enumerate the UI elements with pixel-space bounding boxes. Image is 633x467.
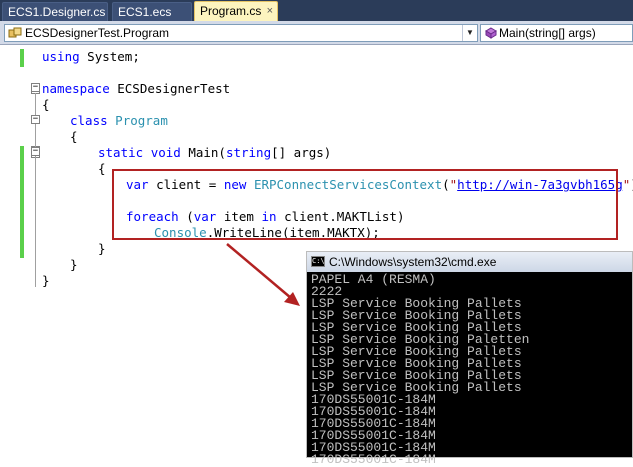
tab-label: Program.cs	[200, 4, 262, 18]
console-output: PAPEL A4 (RESMA) 2222 LSP Service Bookin…	[311, 272, 632, 467]
code-line-13: }	[98, 241, 106, 256]
console-line: 170DS55001C-184M	[311, 452, 436, 467]
code-line-7: static void Main(string[] args)	[98, 145, 332, 160]
change-indicator	[20, 146, 24, 258]
code-line-15: }	[42, 273, 50, 288]
tab-ecs1-ecs[interactable]: ECS1.ecs	[112, 2, 192, 21]
tab-label: ECS1.ecs	[118, 5, 172, 19]
collapse-icon[interactable]: −	[31, 147, 40, 156]
method-icon	[485, 27, 497, 39]
console-line: PAPEL A4 (RESMA)	[311, 272, 436, 287]
tab-label: ECS1.Designer.cs	[8, 5, 106, 19]
code-line-8: {	[98, 161, 106, 176]
code-line-6: {	[70, 129, 78, 144]
console-window[interactable]: C:\ C:\Windows\system32\cmd.exe PAPEL A4…	[306, 251, 633, 466]
code-line-14: }	[70, 257, 78, 272]
outline-guide	[35, 283, 36, 287]
tab-program-cs[interactable]: Program.cs ×	[194, 1, 278, 21]
navigation-bar: ECSDesignerTest.Program ▼ Main(string[] …	[0, 21, 633, 45]
code-line-3: namespace ECSDesignerTest	[42, 81, 231, 96]
chevron-down-icon[interactable]: ▼	[462, 25, 477, 41]
collapse-icon[interactable]: −	[31, 115, 40, 124]
close-icon[interactable]: ×	[267, 2, 273, 21]
code-line-4: {	[42, 97, 50, 112]
code-line-5: class Program	[70, 113, 168, 128]
console-title-bar[interactable]: C:\ C:\Windows\system32\cmd.exe	[307, 252, 632, 272]
tab-ecs1-designer-cs[interactable]: ECS1.Designer.cs	[2, 2, 108, 21]
class-icon	[8, 27, 22, 38]
collapse-icon[interactable]: −	[31, 83, 40, 92]
type-dropdown-value: ECSDesignerTest.Program	[25, 26, 170, 40]
console-title: C:\Windows\system32\cmd.exe	[329, 255, 497, 269]
member-dropdown[interactable]: Main(string[] args)	[480, 24, 633, 42]
document-tab-strip: ECS1.Designer.cs ECS1.ecs Program.cs ×	[0, 0, 633, 21]
code-line-1: using System;	[42, 49, 140, 64]
member-dropdown-value: Main(string[] args)	[499, 26, 596, 40]
change-indicator	[20, 49, 24, 67]
type-dropdown[interactable]: ECSDesignerTest.Program ▼	[4, 24, 478, 42]
highlight-annotation	[112, 169, 618, 240]
cmd-icon: C:\	[311, 256, 325, 267]
